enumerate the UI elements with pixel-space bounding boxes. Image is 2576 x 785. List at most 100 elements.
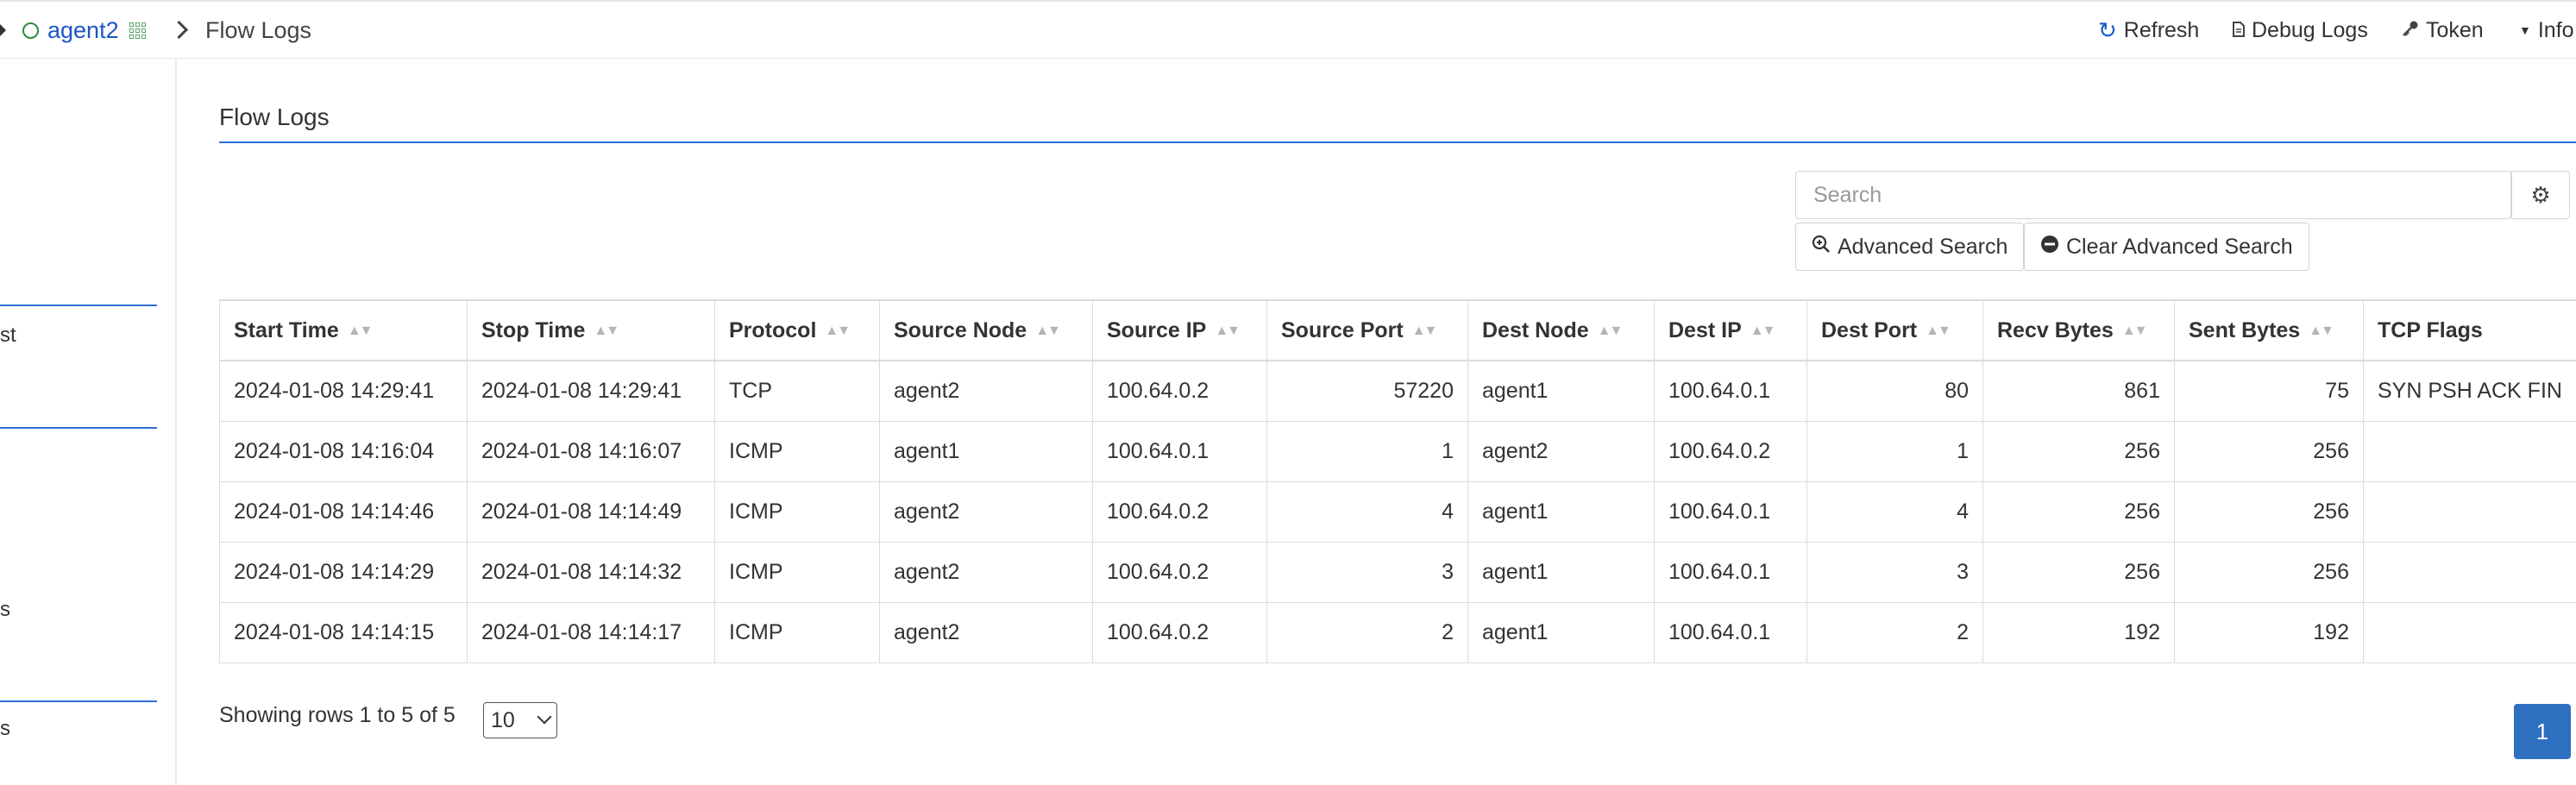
sidebar-item[interactable]: s bbox=[0, 717, 10, 741]
cell-start-time: 2024-01-08 14:14:29 bbox=[219, 541, 468, 603]
cell-dest-ip: 100.64.0.1 bbox=[1654, 360, 1807, 422]
debug-logs-label: Debug Logs bbox=[2252, 17, 2368, 42]
cell-tcp-flags bbox=[2363, 601, 2576, 663]
cell-dest-ip: 100.64.0.2 bbox=[1654, 420, 1807, 482]
info-dropdown[interactable]: ▼ Info bbox=[2519, 2, 2574, 59]
cell-tcp-flags bbox=[2363, 420, 2576, 482]
cell-stop-time: 2024-01-08 14:14:17 bbox=[467, 601, 715, 663]
debug-logs-button[interactable]: Debug Logs bbox=[2233, 2, 2368, 59]
page-size-select[interactable]: 10 bbox=[483, 702, 557, 738]
page-button-current[interactable]: 1 bbox=[2514, 704, 2571, 759]
column-label: Recv Bytes bbox=[1997, 317, 2114, 342]
column-label: Start Time bbox=[234, 317, 339, 342]
table-row[interactable]: 2024-01-08 14:14:15 2024-01-08 14:14:17 … bbox=[219, 601, 2576, 663]
cell-protocol: ICMP bbox=[714, 480, 880, 543]
caret-right-icon[interactable] bbox=[0, 24, 6, 36]
cell-sent-bytes: 256 bbox=[2174, 541, 2364, 603]
column-header-stop-time[interactable]: Stop Time ▲▼ bbox=[467, 299, 715, 361]
cell-dest-ip: 100.64.0.1 bbox=[1654, 480, 1807, 543]
caret-down-icon: ▼ bbox=[2519, 23, 2531, 37]
cell-tcp-flags: SYN PSH ACK FIN bbox=[2363, 360, 2576, 422]
sidebar-item[interactable]: st bbox=[0, 323, 16, 348]
column-header-protocol[interactable]: Protocol ▲▼ bbox=[714, 299, 880, 361]
column-label: Sent Bytes bbox=[2189, 317, 2301, 342]
cell-source-ip: 100.64.0.2 bbox=[1092, 601, 1267, 663]
cell-source-ip: 100.64.0.1 bbox=[1092, 420, 1267, 482]
sidebar-divider bbox=[0, 305, 157, 306]
cell-sent-bytes: 75 bbox=[2174, 360, 2364, 422]
column-header-dest-node[interactable]: Dest Node ▲▼ bbox=[1467, 299, 1655, 361]
gear-icon: ⚙ bbox=[2530, 181, 2551, 208]
cell-dest-port: 80 bbox=[1806, 360, 1983, 422]
page-size-value: 10 bbox=[491, 707, 515, 732]
chevron-right-icon bbox=[169, 20, 189, 40]
column-label: TCP Flags bbox=[2378, 317, 2483, 342]
flow-logs-table: Start Time ▲▼ Stop Time ▲▼ Protocol ▲▼ Sour… bbox=[219, 299, 2576, 663]
column-label: Dest Port bbox=[1821, 317, 1918, 342]
cell-recv-bytes: 256 bbox=[1982, 541, 2175, 603]
status-circle-icon bbox=[22, 22, 39, 39]
search-input[interactable]: Search bbox=[1795, 171, 2511, 219]
cell-protocol: ICMP bbox=[714, 541, 880, 603]
cell-tcp-flags bbox=[2363, 480, 2576, 543]
column-label: Protocol bbox=[729, 317, 817, 342]
column-header-recv-bytes[interactable]: Recv Bytes ▲▼ bbox=[1982, 299, 2175, 361]
clear-advanced-search-label: Clear Advanced Search bbox=[2066, 234, 2293, 259]
top-bar: agent2 Flow Logs ↻ Refresh Debug Logs To… bbox=[0, 0, 2576, 59]
column-header-sent-bytes[interactable]: Sent Bytes ▲▼ bbox=[2174, 299, 2364, 361]
cell-dest-port: 1 bbox=[1806, 420, 1983, 482]
cell-source-ip: 100.64.0.2 bbox=[1092, 541, 1267, 603]
cell-dest-node: agent1 bbox=[1467, 541, 1655, 603]
cell-dest-node: agent2 bbox=[1467, 420, 1655, 482]
table-header-row: Start Time ▲▼ Stop Time ▲▼ Protocol ▲▼ Sour… bbox=[219, 299, 2576, 361]
key-icon bbox=[2402, 18, 2419, 43]
cell-start-time: 2024-01-08 14:29:41 bbox=[219, 360, 468, 422]
cell-sent-bytes: 192 bbox=[2174, 601, 2364, 663]
cell-source-port: 3 bbox=[1266, 541, 1468, 603]
cell-stop-time: 2024-01-08 14:29:41 bbox=[467, 360, 715, 422]
cell-source-node: agent2 bbox=[879, 480, 1093, 543]
sidebar-divider bbox=[0, 427, 157, 429]
cell-source-node: agent2 bbox=[879, 601, 1093, 663]
cell-sent-bytes: 256 bbox=[2174, 480, 2364, 543]
cell-dest-port: 2 bbox=[1806, 601, 1983, 663]
advanced-search-button[interactable]: Advanced Search bbox=[1795, 223, 2025, 271]
sort-icon: ▲▼ bbox=[1597, 323, 1624, 338]
sort-icon: ▲▼ bbox=[825, 323, 851, 338]
breadcrumb-current: Flow Logs bbox=[205, 16, 312, 43]
column-header-source-ip[interactable]: Source IP ▲▼ bbox=[1092, 299, 1267, 361]
refresh-button[interactable]: ↻ Refresh bbox=[2098, 2, 2199, 59]
cell-source-port: 4 bbox=[1266, 480, 1468, 543]
cell-dest-port: 3 bbox=[1806, 541, 1983, 603]
cell-protocol: TCP bbox=[714, 360, 880, 422]
table-settings-button[interactable]: ⚙ bbox=[2511, 171, 2570, 219]
cell-start-time: 2024-01-08 14:14:46 bbox=[219, 480, 468, 543]
token-label: Token bbox=[2426, 17, 2484, 42]
breadcrumb-agent-label[interactable]: agent2 bbox=[47, 17, 119, 44]
cell-source-ip: 100.64.0.2 bbox=[1092, 480, 1267, 543]
cell-dest-ip: 100.64.0.1 bbox=[1654, 541, 1807, 603]
clear-advanced-search-button[interactable]: Clear Advanced Search bbox=[2024, 223, 2309, 271]
column-header-dest-port[interactable]: Dest Port ▲▼ bbox=[1806, 299, 1983, 361]
token-button[interactable]: Token bbox=[2402, 2, 2484, 59]
cell-dest-node: agent1 bbox=[1467, 480, 1655, 543]
grid-icon[interactable] bbox=[129, 22, 146, 39]
table-row[interactable]: 2024-01-08 14:16:04 2024-01-08 14:16:07 … bbox=[219, 420, 2576, 482]
chevron-down-icon bbox=[537, 709, 552, 725]
cell-source-node: agent2 bbox=[879, 541, 1093, 603]
cell-dest-ip: 100.64.0.1 bbox=[1654, 601, 1807, 663]
column-header-start-time[interactable]: Start Time ▲▼ bbox=[219, 299, 468, 361]
breadcrumb-agent[interactable]: agent2 bbox=[22, 2, 146, 59]
column-header-source-node[interactable]: Source Node ▲▼ bbox=[879, 299, 1093, 361]
page-title: Flow Logs bbox=[219, 104, 330, 130]
table-row[interactable]: 2024-01-08 14:14:29 2024-01-08 14:14:32 … bbox=[219, 541, 2576, 603]
table-row[interactable]: 2024-01-08 14:14:46 2024-01-08 14:14:49 … bbox=[219, 480, 2576, 543]
sidebar-item[interactable]: s bbox=[0, 598, 10, 622]
sort-icon: ▲▼ bbox=[1215, 323, 1241, 338]
sort-icon: ▲▼ bbox=[1411, 323, 1438, 338]
cell-stop-time: 2024-01-08 14:14:49 bbox=[467, 480, 715, 543]
sort-icon: ▲▼ bbox=[2121, 323, 2148, 338]
column-header-source-port[interactable]: Source Port ▲▼ bbox=[1266, 299, 1468, 361]
table-row[interactable]: 2024-01-08 14:29:41 2024-01-08 14:29:41 … bbox=[219, 360, 2576, 422]
column-header-dest-ip[interactable]: Dest IP ▲▼ bbox=[1654, 299, 1807, 361]
